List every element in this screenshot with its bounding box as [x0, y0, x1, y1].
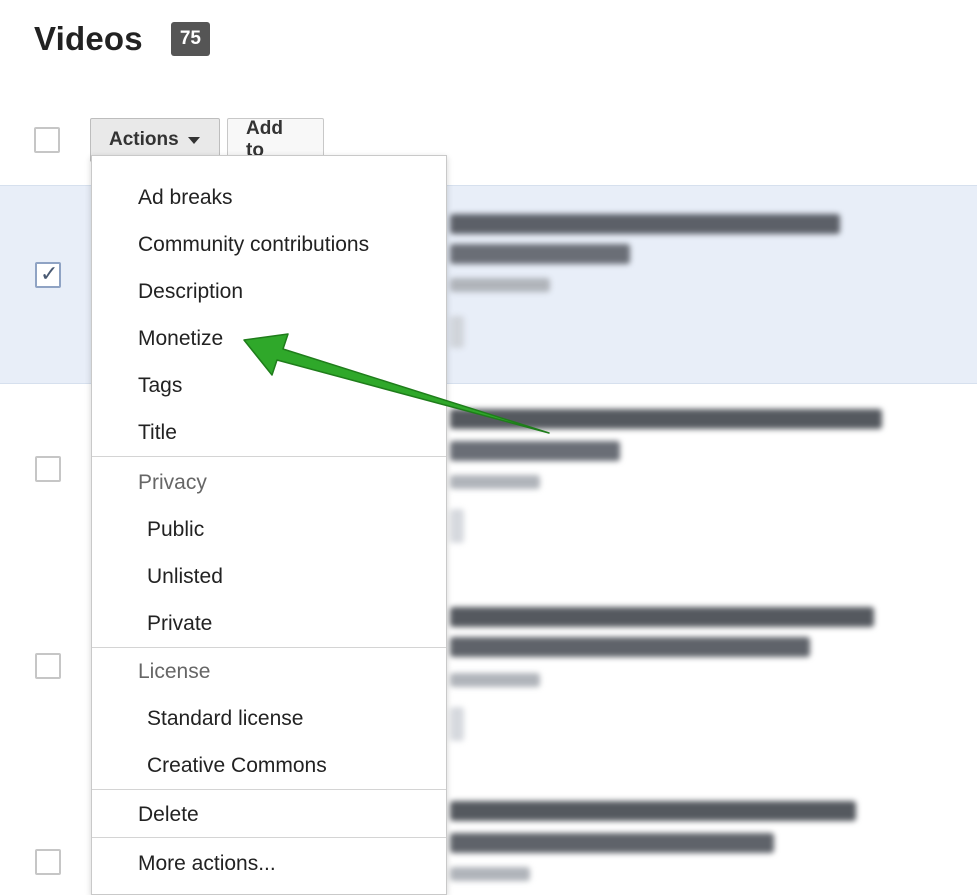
- blurred-video-title: [450, 409, 882, 429]
- privacy-header: Privacy: [138, 471, 207, 494]
- menu-item-more-actions[interactable]: More actions...: [138, 850, 276, 878]
- checkmark-icon: ✓: [40, 262, 59, 287]
- blurred-video-title: [450, 214, 840, 234]
- row-checkbox[interactable]: [35, 653, 61, 679]
- menu-item-title[interactable]: Title: [138, 419, 177, 447]
- menu-divider: [92, 837, 446, 838]
- menu-item-community-contributions[interactable]: Community contributions: [138, 231, 369, 259]
- blurred-video-title: [450, 637, 810, 657]
- row-checkbox[interactable]: ✓: [35, 262, 61, 288]
- menu-divider: [92, 789, 446, 790]
- blurred-video-meta: [450, 707, 464, 741]
- actions-menu: Ad breaks Community contributions Descri…: [91, 155, 447, 895]
- menu-item-delete[interactable]: Delete: [138, 801, 199, 829]
- row-checkbox[interactable]: [35, 849, 61, 875]
- menu-item-description[interactable]: Description: [138, 278, 243, 306]
- menu-item-private[interactable]: Private: [147, 610, 212, 638]
- blurred-video-meta: [450, 509, 464, 543]
- row-checkbox[interactable]: [35, 456, 61, 482]
- blurred-video-meta: [450, 673, 540, 687]
- blurred-video-title: [450, 833, 774, 853]
- menu-item-standard-license[interactable]: Standard license: [147, 705, 303, 733]
- blurred-video-meta: [450, 475, 540, 489]
- menu-item-unlisted[interactable]: Unlisted: [147, 563, 223, 591]
- blurred-video-title: [450, 801, 856, 821]
- blurred-video-meta: [450, 278, 550, 292]
- blurred-video-title: [450, 441, 620, 461]
- menu-item-tags[interactable]: Tags: [138, 372, 182, 400]
- blurred-video-title: [450, 607, 874, 627]
- page-title: Videos: [34, 20, 143, 57]
- page-header: Videos 75: [34, 20, 210, 58]
- blurred-video-meta: [450, 316, 464, 348]
- caret-down-icon: [187, 136, 200, 144]
- menu-item-public[interactable]: Public: [147, 516, 204, 544]
- menu-item-creative-commons[interactable]: Creative Commons: [147, 752, 327, 780]
- menu-divider: [92, 456, 446, 457]
- video-count-badge: 75: [170, 22, 210, 56]
- blurred-video-title: [450, 244, 630, 264]
- select-all-checkbox[interactable]: [34, 127, 60, 153]
- actions-button-label: Actions: [109, 129, 179, 150]
- menu-divider: [92, 647, 446, 648]
- blurred-video-meta: [450, 867, 530, 881]
- license-header: License: [138, 660, 211, 683]
- menu-item-monetize[interactable]: Monetize: [138, 325, 223, 353]
- menu-item-ad-breaks[interactable]: Ad breaks: [138, 184, 233, 212]
